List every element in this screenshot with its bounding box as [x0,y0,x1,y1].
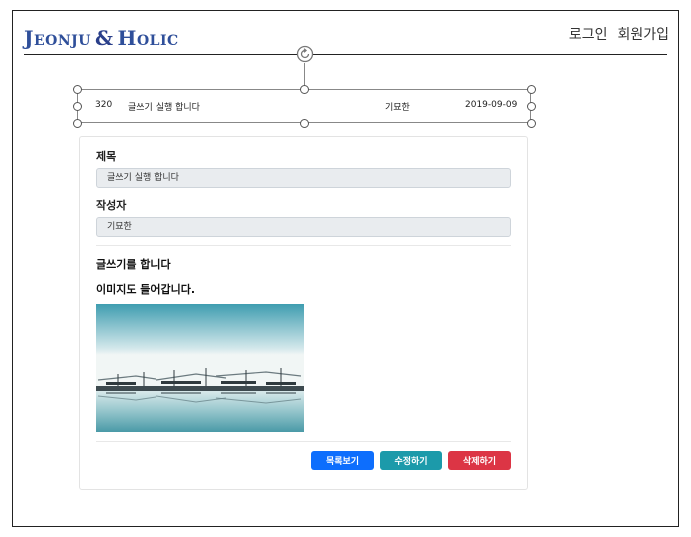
resize-handle-bottom-right[interactable] [527,119,536,128]
row-author: 기묘한 [385,103,410,113]
content-line-1: 글쓰기를 합니다 [96,258,171,271]
delete-button[interactable]: 삭제하기 [448,451,511,470]
resize-handle-top-right[interactable] [527,85,536,94]
rotate-icon[interactable] [296,45,314,63]
logo-ampersand: & [94,26,114,50]
logo-initial-j: J [24,26,34,50]
row-number: 320 [95,100,113,110]
edit-button[interactable]: 수정하기 [380,451,442,470]
title-label: 제목 [96,150,117,163]
header-divider [24,54,667,55]
author-field[interactable]: 기묘한 [96,217,511,237]
table-row[interactable]: 320 글쓰기 실행 합니다 기묘한 2019-09-09 [95,100,518,114]
logo-word-eonju: EONJU [33,33,91,49]
signup-link[interactable]: 회원가입 [617,24,669,44]
logo-initial-h: H [117,26,137,50]
post-image [96,304,304,432]
logo-text: JEONJU & HOLIC [24,26,179,50]
author-label: 작성자 [96,199,127,212]
content-line-2: 이미지도 들어갑니다. [96,283,196,296]
list-button[interactable]: 목록보기 [311,451,374,470]
row-date: 2019-09-09 [465,100,518,110]
site-logo[interactable]: JEONJU & HOLIC [24,24,178,52]
row-title[interactable]: 글쓰기 실행 합니다 [128,100,200,113]
resize-handle-top-center[interactable] [300,85,309,94]
logo-word-olic: OLIC [136,33,179,49]
title-field[interactable]: 글쓰기 실행 합니다 [96,168,511,188]
resize-handle-top-left[interactable] [73,85,82,94]
content-divider [96,245,511,246]
resize-handle-bottom-center[interactable] [300,119,309,128]
button-divider [96,441,511,442]
resize-handle-middle-right[interactable] [527,102,536,111]
top-nav: 로그인 회원가입 [569,24,669,44]
resize-handle-middle-left[interactable] [73,102,82,111]
resize-handle-bottom-left[interactable] [73,119,82,128]
login-link[interactable]: 로그인 [569,24,608,44]
